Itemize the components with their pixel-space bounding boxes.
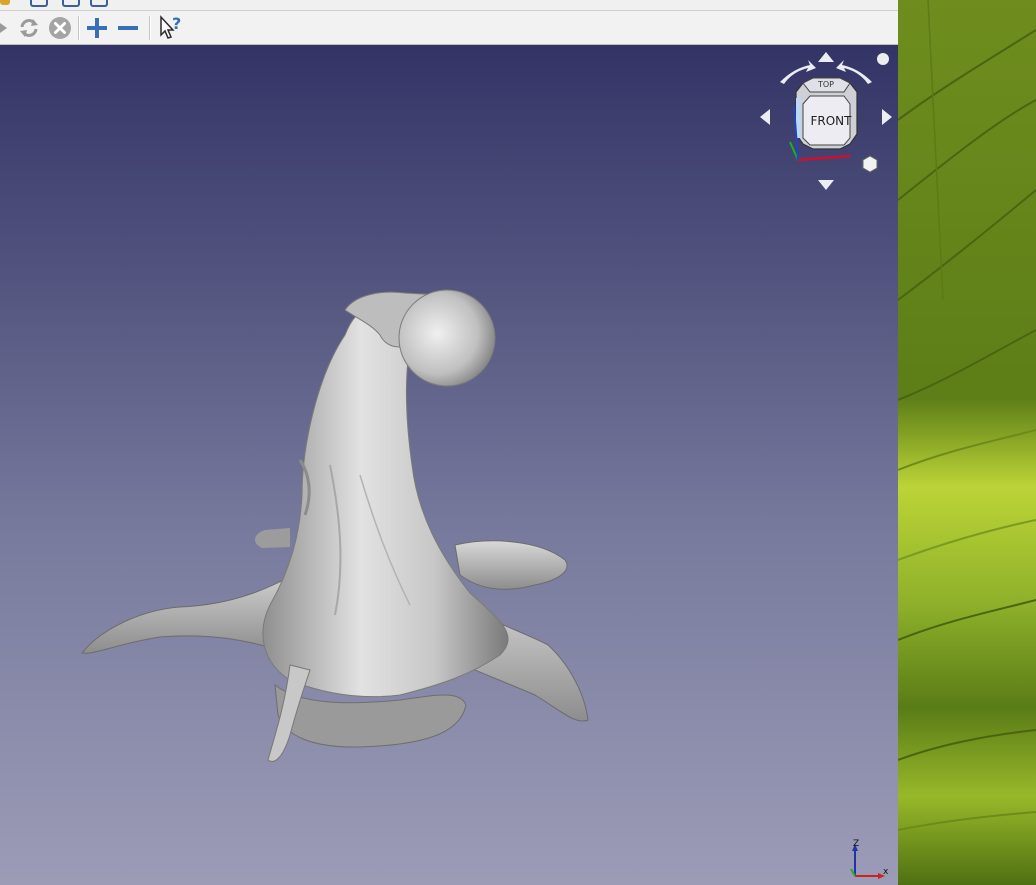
document-icon[interactable] (30, 0, 48, 7)
x-axis-label: x (883, 867, 889, 877)
zoom-in-icon[interactable] (83, 11, 111, 44)
freecad-window: ? TOP FRONT Z x (0, 0, 898, 885)
arrow-right-icon-nav[interactable] (882, 109, 892, 125)
svg-text:?: ? (172, 14, 181, 33)
orthographic-icon[interactable] (862, 155, 878, 173)
window-icon[interactable] (62, 0, 80, 7)
cube-front-label: FRONT (811, 114, 853, 128)
desktop-wallpaper (898, 0, 1036, 885)
window-icon-2[interactable] (90, 0, 108, 7)
3d-viewport[interactable]: TOP FRONT Z x (0, 45, 898, 885)
arrow-down-icon[interactable] (818, 180, 834, 190)
axis-triad: Z x (843, 838, 893, 884)
refresh-icon[interactable] (16, 11, 42, 44)
folder-icon[interactable] (0, 0, 10, 5)
top-toolbar-strip (0, 0, 898, 11)
view-toolbar: ? (0, 11, 898, 45)
arrow-up-icon[interactable] (818, 52, 834, 62)
cube-top-label: TOP (817, 80, 834, 89)
whats-this-icon[interactable]: ? (155, 11, 187, 44)
toolbar-separator-2 (149, 16, 151, 40)
navigation-cube[interactable]: TOP FRONT (758, 52, 898, 192)
zoom-out-icon[interactable] (114, 11, 142, 44)
arrow-left-icon[interactable] (760, 109, 770, 125)
stop-icon[interactable] (46, 11, 74, 44)
view-menu-icon[interactable] (877, 53, 889, 65)
toolbar-separator (78, 16, 80, 40)
cube-x-axis (797, 154, 851, 162)
z-axis-label: Z (853, 839, 859, 849)
arrow-right-icon[interactable] (0, 11, 10, 44)
